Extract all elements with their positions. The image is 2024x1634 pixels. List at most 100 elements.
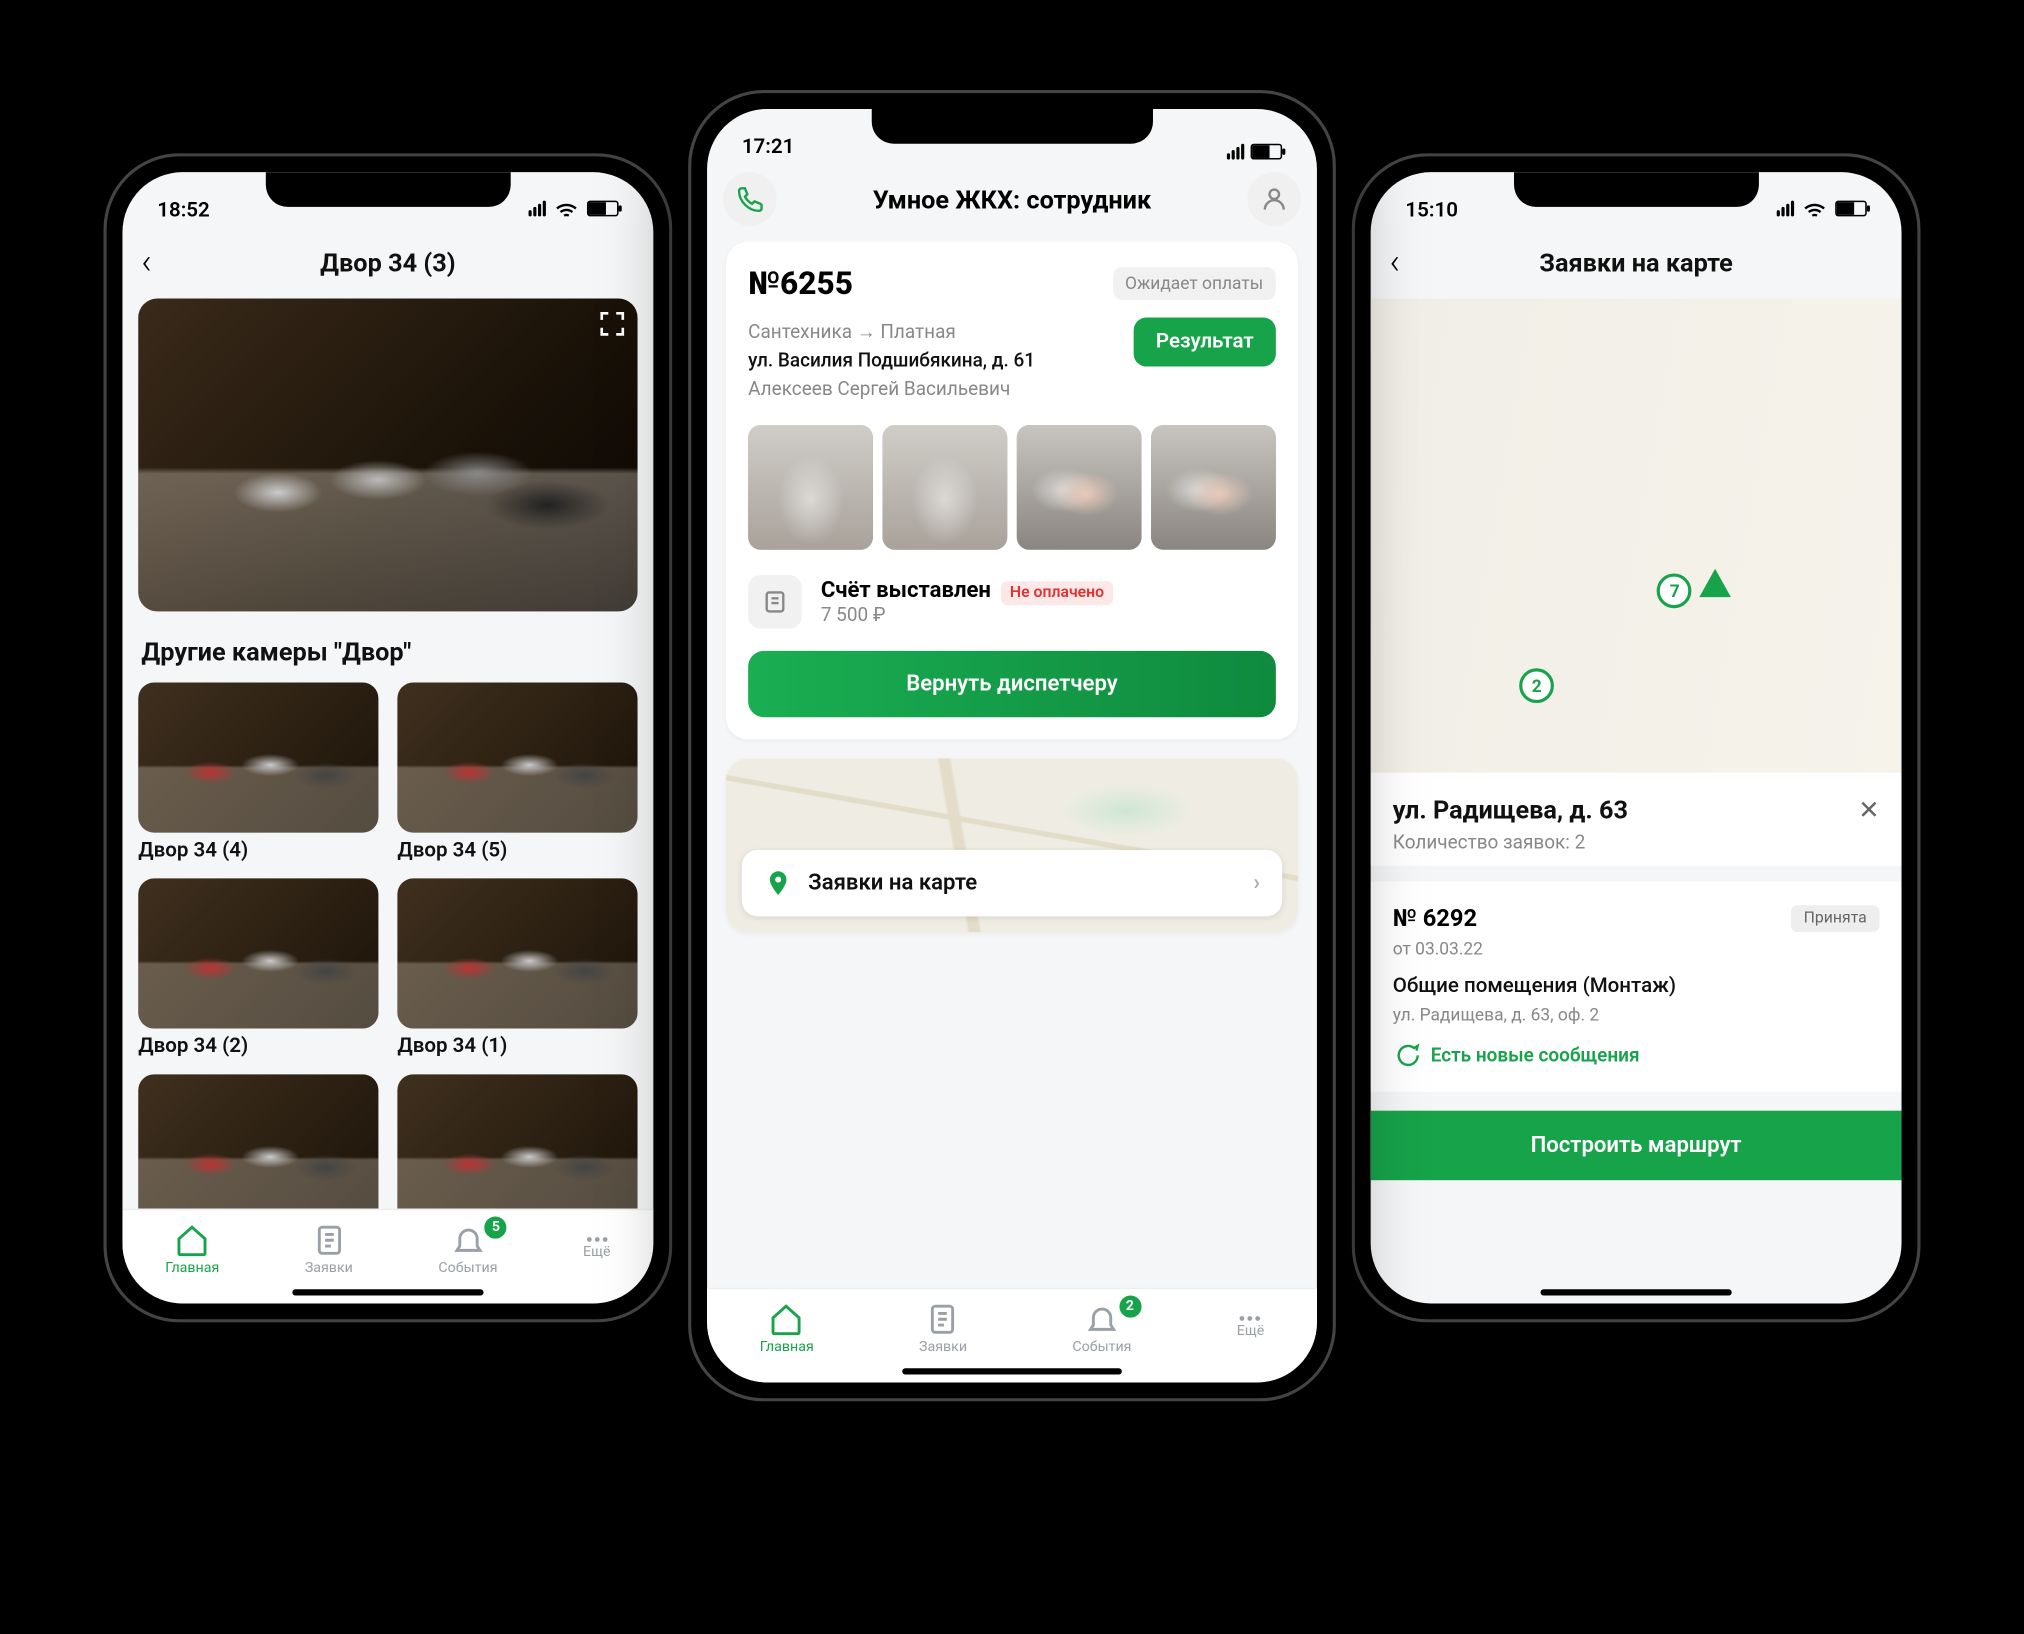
nav-bar: ‹ Заявки на карте <box>1371 226 1902 299</box>
bill-title: Счёт выставлен <box>821 578 991 603</box>
chevron-right-icon: › <box>1253 871 1260 896</box>
expand-icon[interactable] <box>596 308 628 340</box>
tab-events[interactable]: 2 События <box>1072 1301 1131 1355</box>
new-messages-row[interactable]: Есть новые сообщения <box>1393 1041 1880 1069</box>
status-time: 15:10 <box>1405 199 1458 223</box>
home-icon <box>769 1301 804 1336</box>
close-icon[interactable]: ✕ <box>1858 795 1879 825</box>
map-view[interactable]: 7 2 <box>1371 299 1902 773</box>
bell-icon <box>1085 1301 1120 1336</box>
tab-events[interactable]: 5 События <box>438 1222 497 1276</box>
signal-icon <box>529 201 546 217</box>
signal-icon <box>1227 144 1244 160</box>
result-button[interactable]: Результат <box>1134 318 1276 367</box>
return-dispatcher-button[interactable]: Вернуть диспетчеру <box>748 651 1276 717</box>
ticket-card: №6255 Ожидает оплаты Сантехника → Платна… <box>726 242 1298 740</box>
map-requests-card[interactable]: Заявки на карте › <box>726 758 1298 932</box>
events-badge: 2 <box>1119 1295 1141 1317</box>
build-route-button[interactable]: Построить маршрут <box>1371 1111 1902 1181</box>
chat-icon <box>1393 1041 1421 1069</box>
notch <box>266 172 510 207</box>
phone-left-cameras: 18:52 ‹ Двор 34 (3) Другие камеры "Двор"… <box>104 153 673 1322</box>
ticket-photo[interactable] <box>1151 425 1276 550</box>
profile-button[interactable] <box>1247 172 1301 226</box>
tab-label: Заявки <box>919 1339 967 1355</box>
bill-unpaid-badge: Не оплачено <box>1000 581 1113 605</box>
status-time: 17:21 <box>742 136 795 160</box>
more-icon <box>587 1237 608 1242</box>
camera-main-view[interactable] <box>138 299 637 611</box>
tab-more[interactable]: Ещё <box>1237 1316 1264 1340</box>
tab-home[interactable]: Главная <box>165 1222 219 1276</box>
ticket-address: ул. Василия Подшибякина, д. 61 <box>748 346 1035 374</box>
ticket-person: Алексеев Сергей Васильевич <box>748 374 1035 402</box>
tab-label: Ещё <box>1237 1324 1264 1340</box>
tab-label: Главная <box>760 1339 814 1355</box>
map-marker[interactable]: 7 <box>1657 573 1692 608</box>
tab-label: Заявки <box>305 1260 353 1276</box>
bell-icon <box>451 1222 486 1257</box>
camera-label: Двор 34 (1) <box>397 1028 637 1058</box>
invoice-icon <box>748 575 802 629</box>
ticket-number: №6255 <box>748 264 853 302</box>
camera-thumb[interactable]: Двор 34 (4) <box>138 682 378 862</box>
status-badge: Принята <box>1791 904 1879 931</box>
ticket-status-badge: Ожидает оплаты <box>1112 266 1275 299</box>
ticket-photo[interactable] <box>748 425 873 550</box>
home-indicator <box>1541 1289 1732 1295</box>
pin-icon <box>764 869 792 897</box>
request-number: № 6292 <box>1393 904 1477 932</box>
document-icon <box>311 1222 346 1257</box>
battery-icon <box>1835 201 1867 217</box>
call-button[interactable] <box>723 172 777 226</box>
camera-thumb[interactable]: Двор 34 (2) <box>138 878 378 1058</box>
app-title: Умное ЖКХ: сотрудник <box>873 184 1151 214</box>
wifi-icon <box>552 194 580 222</box>
address-title: ул. Радищева, д. 63 <box>1393 795 1880 825</box>
status-time: 18:52 <box>157 199 210 223</box>
camera-label: Двор 34 (4) <box>138 832 378 862</box>
signal-icon <box>1777 201 1794 217</box>
ticket-photo[interactable] <box>882 425 1007 550</box>
address-subtitle: Количество заявок: 2 <box>1393 831 1880 853</box>
camera-thumb[interactable] <box>138 1074 378 1209</box>
back-button[interactable]: ‹ <box>141 242 151 282</box>
app-header: Умное ЖКХ: сотрудник <box>707 163 1317 242</box>
ticket-photo[interactable] <box>1017 425 1142 550</box>
request-date: от 03.03.22 <box>1393 938 1880 959</box>
request-card[interactable]: № 6292 Принята от 03.03.22 Общие помещен… <box>1371 882 1902 1092</box>
camera-thumb[interactable] <box>397 1074 637 1209</box>
camera-label: Двор 34 (2) <box>138 1028 378 1058</box>
home-icon <box>175 1222 210 1257</box>
camera-thumb[interactable]: Двор 34 (1) <box>397 878 637 1058</box>
camera-thumb[interactable]: Двор 34 (5) <box>397 682 637 862</box>
user-location-icon <box>1700 569 1732 597</box>
tab-label: Ещё <box>583 1245 610 1261</box>
battery-icon <box>587 201 619 217</box>
map-requests-button[interactable]: Заявки на карте › <box>742 850 1282 916</box>
tab-home[interactable]: Главная <box>760 1301 814 1355</box>
page-title: Двор 34 (3) <box>320 247 455 277</box>
map-marker[interactable]: 2 <box>1519 668 1554 703</box>
back-button[interactable]: ‹ <box>1390 242 1400 282</box>
tab-label: События <box>1072 1339 1131 1355</box>
section-title: Другие камеры "Двор" <box>138 626 637 681</box>
notch <box>1514 172 1758 207</box>
user-icon <box>1260 185 1288 213</box>
bill-row[interactable]: Счёт выставленНе оплачено 7 500 ₽ <box>748 575 1276 629</box>
tab-more[interactable]: Ещё <box>583 1237 610 1261</box>
tab-requests[interactable]: Заявки <box>919 1301 967 1355</box>
request-address: ул. Радищева, д. 63, оф. 2 <box>1393 1005 1880 1026</box>
battery-icon <box>1251 144 1283 160</box>
wifi-icon <box>1800 194 1828 222</box>
address-card: ул. Радищева, д. 63 Количество заявок: 2… <box>1371 773 1902 866</box>
tab-label: Главная <box>165 1260 219 1276</box>
page-title: Заявки на карте <box>1539 247 1733 277</box>
notch <box>872 109 1153 144</box>
request-category: Общие помещения (Монтаж) <box>1393 975 1880 999</box>
home-indicator <box>902 1368 1122 1374</box>
tab-requests[interactable]: Заявки <box>305 1222 353 1276</box>
home-indicator <box>292 1289 483 1295</box>
phone-right-map: 15:10 ‹ Заявки на карте 7 2 ул. Радищ <box>1352 153 1921 1322</box>
nav-bar: ‹ Двор 34 (3) <box>122 226 653 299</box>
